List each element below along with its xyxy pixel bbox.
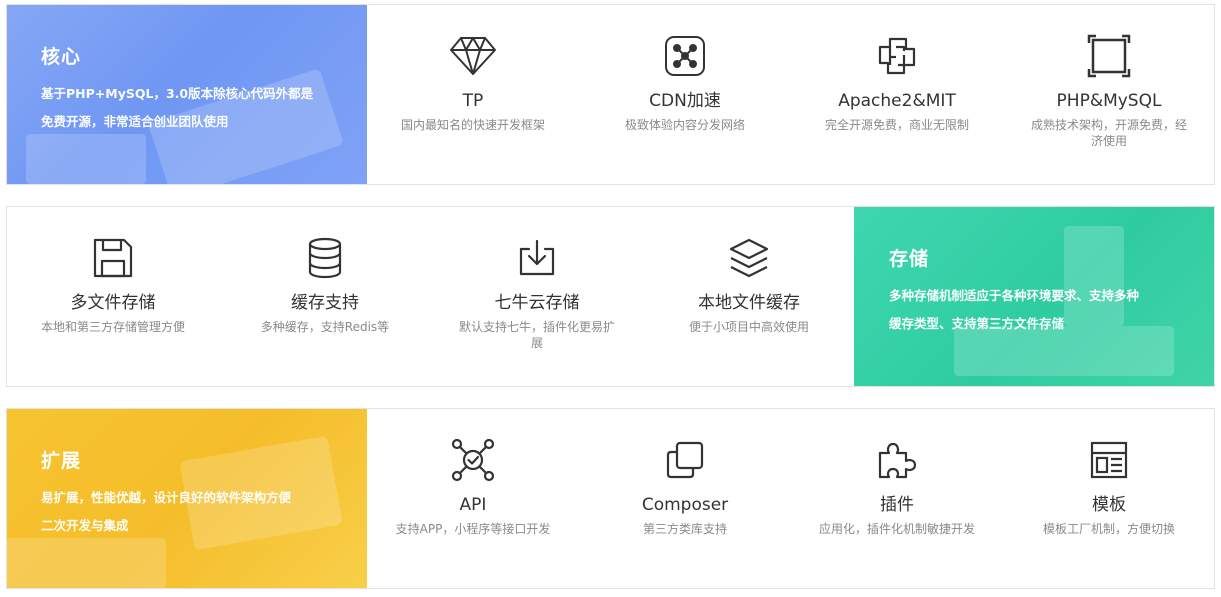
feature-item-cache-support[interactable]: 缓存支持 多种缓存，支持Redis等 bbox=[219, 207, 431, 386]
feature-item-cdn[interactable]: CDN加速 极致体验内容分发网络 bbox=[579, 5, 791, 184]
feature-item-composer[interactable]: Composer 第三方类库支持 bbox=[579, 409, 791, 588]
layers-icon bbox=[643, 235, 855, 281]
item-title: CDN加速 bbox=[649, 91, 721, 111]
feature-panel-core: 核心 基于PHP+MySQL，3.0版本除核心代码外都是 免费开源，非常适合创业… bbox=[7, 5, 367, 184]
diamond-icon bbox=[367, 33, 579, 79]
feature-description-line: 基于PHP+MySQL，3.0版本除核心代码外都是 bbox=[41, 86, 314, 101]
network-nodes-icon bbox=[579, 33, 791, 79]
feature-item-apache-mit[interactable]: Apache2&MIT 完全开源免费，商业无限制 bbox=[791, 5, 1003, 184]
item-description: 极致体验内容分发网络 bbox=[624, 118, 745, 132]
api-hub-icon bbox=[367, 437, 579, 483]
item-title: Apache2&MIT bbox=[838, 91, 956, 111]
item-description: 多种缓存，支持Redis等 bbox=[260, 320, 390, 334]
item-title: PHP&MySQL bbox=[1056, 91, 1162, 111]
item-description: 应用化，插件化机制敏捷开发 bbox=[818, 522, 975, 536]
template-layout-icon bbox=[1003, 437, 1214, 483]
item-title: 七牛云存储 bbox=[494, 293, 580, 313]
feature-item-plugins[interactable]: 插件 应用化，插件化机制敏捷开发 bbox=[791, 409, 1003, 588]
item-description: 支持APP，小程序等接口开发 bbox=[395, 522, 551, 536]
feature-description-line: 二次开发与集成 bbox=[41, 518, 129, 533]
feature-item-api[interactable]: API 支持APP，小程序等接口开发 bbox=[367, 409, 579, 588]
feature-items: TP 国内最知名的快速开发框架 CDN加速 极致体验内容分发网络 Apache2… bbox=[367, 5, 1214, 184]
feature-item-tp[interactable]: TP 国内最知名的快速开发框架 bbox=[367, 5, 579, 184]
item-description: 第三方类库支持 bbox=[642, 522, 727, 536]
feature-items: API 支持APP，小程序等接口开发 Composer 第三方类库支持 插件 应… bbox=[367, 409, 1214, 588]
feature-description-line: 多种存储机制适应于各种环境要求、支持多种 bbox=[889, 288, 1140, 303]
feature-item-local-file-cache[interactable]: 本地文件缓存 便于小项目中高效使用 bbox=[643, 207, 855, 386]
frame-corners-icon bbox=[1003, 33, 1214, 79]
item-title: 多文件存储 bbox=[70, 293, 156, 313]
feature-item-templates[interactable]: 模板 模板工厂机制，方便切换 bbox=[1003, 409, 1214, 588]
item-title: API bbox=[459, 495, 487, 515]
feature-panel-storage: 存储 多种存储机制适应于各种环境要求、支持多种 缓存类型、支持第三方文件存储 bbox=[854, 207, 1214, 386]
feature-row-extension: 扩展 易扩展，性能优越，设计良好的软件架构方便 二次开发与集成 API 支持AP… bbox=[6, 408, 1215, 589]
item-title: Composer bbox=[641, 495, 729, 515]
feature-description-line: 免费开源，非常适合创业团队使用 bbox=[41, 114, 229, 129]
feature-title: 存储 bbox=[889, 248, 930, 270]
feature-title: 扩展 bbox=[41, 450, 82, 472]
feature-item-php-mysql[interactable]: PHP&MySQL 成熟技术架构，开源免费，经济使用 bbox=[1003, 5, 1214, 184]
feature-description-line: 缓存类型、支持第三方文件存储 bbox=[889, 316, 1065, 331]
database-icon bbox=[219, 235, 431, 281]
item-description: 默认支持七牛，插件化更易扩展 bbox=[458, 320, 615, 350]
feature-title: 核心 bbox=[41, 46, 82, 68]
item-description: 模板工厂机制，方便切换 bbox=[1042, 522, 1175, 536]
feature-panel-extension: 扩展 易扩展，性能优越，设计良好的软件架构方便 二次开发与集成 bbox=[7, 409, 367, 588]
feature-row-core: 核心 基于PHP+MySQL，3.0版本除核心代码外都是 免费开源，非常适合创业… bbox=[6, 4, 1215, 185]
item-title: 插件 bbox=[880, 495, 914, 515]
item-description: 完全开源免费，商业无限制 bbox=[824, 118, 969, 132]
item-description: 成熟技术架构，开源免费，经济使用 bbox=[1030, 118, 1187, 148]
download-tray-icon bbox=[431, 235, 643, 281]
item-title: 缓存支持 bbox=[291, 293, 359, 313]
feature-item-qiniu-storage[interactable]: 七牛云存储 默认支持七牛，插件化更易扩展 bbox=[431, 207, 643, 386]
item-title: 模板 bbox=[1092, 495, 1126, 515]
feature-item-multi-file-storage[interactable]: 多文件存储 本地和第三方存储管理方便 bbox=[7, 207, 219, 386]
item-description: 便于小项目中高效使用 bbox=[688, 320, 809, 334]
feature-items: 多文件存储 本地和第三方存储管理方便 缓存支持 多种缓存，支持Redis等 七牛… bbox=[7, 207, 855, 386]
floppy-disk-icon bbox=[7, 235, 219, 281]
item-title: 本地文件缓存 bbox=[698, 293, 800, 313]
item-description: 国内最知名的快速开发框架 bbox=[400, 118, 545, 132]
feature-row-storage: 多文件存储 本地和第三方存储管理方便 缓存支持 多种缓存，支持Redis等 七牛… bbox=[6, 206, 1215, 387]
item-title: TP bbox=[462, 91, 484, 111]
linked-squares-icon bbox=[791, 33, 1003, 79]
puzzle-piece-icon bbox=[791, 437, 1003, 483]
item-description: 本地和第三方存储管理方便 bbox=[40, 320, 185, 334]
copy-icon bbox=[579, 437, 791, 483]
feature-description-line: 易扩展，性能优越，设计良好的软件架构方便 bbox=[41, 490, 292, 505]
